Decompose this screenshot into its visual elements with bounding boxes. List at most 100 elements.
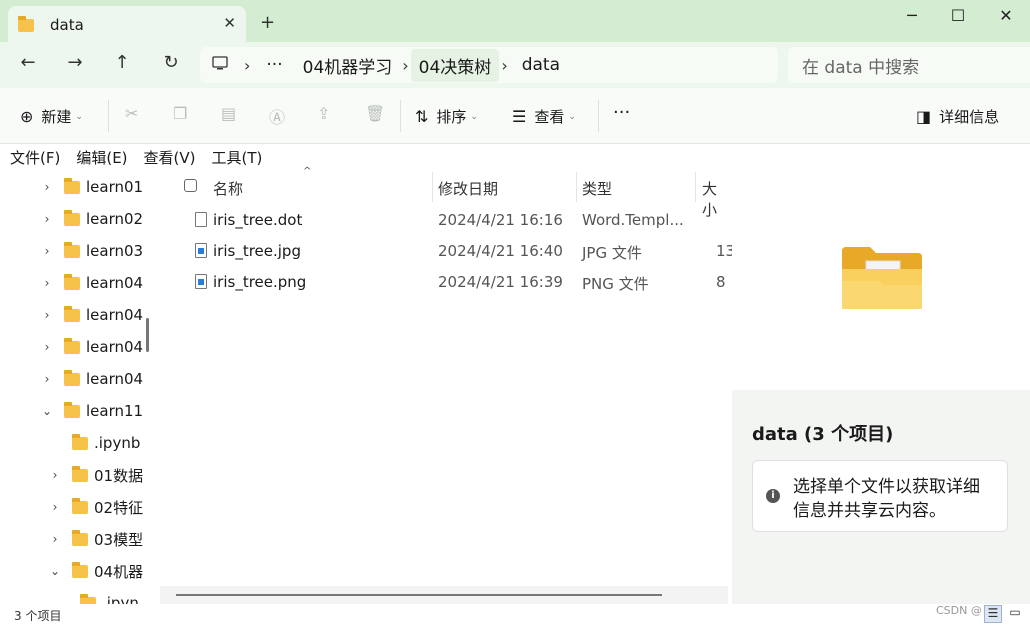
title-bar: data ✕ + ─ ☐ ✕ <box>0 0 1030 44</box>
folder-icon <box>72 529 88 546</box>
chevron-right-icon[interactable]: › <box>48 532 62 546</box>
details-title: data (3 个项目) <box>752 424 894 445</box>
file-name: iris_tree.jpg <box>213 242 301 260</box>
tree-item[interactable]: ⌄ learn11 <box>40 396 143 426</box>
delete-icon[interactable]: 🗑 <box>365 104 385 123</box>
tree-item[interactable]: › 03模型 <box>48 524 143 554</box>
tree-item-label: learn04 <box>86 370 144 388</box>
breadcrumb-item[interactable]: 04机器学习 <box>295 53 401 78</box>
tree-item-label: 01数据 <box>94 466 144 485</box>
forward-button[interactable]: → <box>61 52 89 78</box>
chevron-right-icon[interactable]: › <box>40 180 54 194</box>
breadcrumb-item[interactable]: 04决策树 <box>410 48 500 82</box>
chevron-down-icon[interactable]: ⌄ <box>40 404 54 418</box>
minimize-button[interactable]: ─ <box>892 6 932 28</box>
menu-view[interactable]: 查看(V) <box>144 147 196 168</box>
chevron-right-icon[interactable]: › <box>40 340 54 354</box>
divider <box>108 100 109 132</box>
tree-item[interactable]: › learn04 <box>40 268 143 298</box>
more-options-button[interactable]: ··· <box>613 102 630 123</box>
file-list: ^ 名称 修改日期 类型 大小 iris_tree.dot 2024/4/21 1… <box>158 166 735 604</box>
tree-item[interactable]: .ipynb <box>48 428 140 458</box>
tree-item-label: learn04 <box>86 274 144 292</box>
tree-item-label: .ipyn <box>102 594 139 604</box>
tiles-view-icon[interactable]: ▭ <box>1006 605 1024 623</box>
breadcrumb-more[interactable]: ··· <box>258 55 290 75</box>
column-divider[interactable] <box>576 172 577 202</box>
chevron-right-icon: › <box>501 55 508 75</box>
tree-item-label: learn01 <box>86 178 144 196</box>
new-label: 新建 <box>41 108 72 126</box>
up-button[interactable]: ↑ <box>108 52 136 78</box>
details-pane: data (3 个项目) i 选择单个文件以获取详细信息并共享云内容。 <box>732 170 1030 604</box>
menu-file[interactable]: 文件(F) <box>10 147 60 168</box>
share-icon[interactable]: ⇪ <box>317 104 330 123</box>
tree-item[interactable]: › 01数据 <box>48 460 143 490</box>
cut-icon[interactable]: ✂ <box>125 104 138 123</box>
chevron-right-icon[interactable]: › <box>48 500 62 514</box>
close-window-button[interactable]: ✕ <box>986 6 1026 28</box>
chevron-right-icon[interactable]: › <box>40 212 54 226</box>
view-button[interactable]: ☰ 查看 ⌄ <box>512 106 576 127</box>
tree-item[interactable]: › learn04 <box>40 300 143 330</box>
menu-tools[interactable]: 工具(T) <box>212 147 263 168</box>
tree-item-label: learn04 <box>86 338 144 356</box>
back-button[interactable]: ← <box>14 52 42 78</box>
tree-item[interactable]: .ipyn <box>56 588 139 604</box>
menu-edit[interactable]: 编辑(E) <box>76 147 127 168</box>
computer-icon <box>212 55 228 75</box>
tree-item-label: learn04 <box>86 306 144 324</box>
column-type[interactable]: 类型 <box>582 178 612 199</box>
chevron-right-icon[interactable]: › <box>40 308 54 322</box>
select-all-checkbox[interactable] <box>184 179 197 192</box>
search-input[interactable]: 在 data 中搜索 <box>788 47 1030 83</box>
new-button[interactable]: ⊕ 新建 ⌄ <box>20 106 83 127</box>
sort-icon: ⇅ <box>415 107 429 126</box>
refresh-button[interactable]: ↻ <box>157 52 185 78</box>
column-divider[interactable] <box>432 172 433 202</box>
chevron-down-icon[interactable]: ⌄ <box>48 564 62 578</box>
file-type: Word.Templ... <box>582 211 684 229</box>
file-row[interactable]: iris_tree.png 2024/4/21 16:39 PNG 文件 8 <box>158 267 730 298</box>
file-size: 8 <box>716 273 726 291</box>
file-modified: 2024/4/21 16:16 <box>438 211 563 229</box>
details-view-icon[interactable]: ☰ <box>984 605 1002 623</box>
folder-icon <box>72 465 88 482</box>
tab-data[interactable]: data ✕ <box>8 6 246 44</box>
tree-item[interactable]: › learn03 <box>40 236 143 266</box>
details-button[interactable]: ◨ 详细信息 <box>916 106 999 127</box>
chevron-right-icon[interactable]: › <box>40 276 54 290</box>
copy-icon[interactable]: ❐ <box>173 104 187 123</box>
tree-item[interactable]: › learn04 <box>40 364 143 394</box>
chevron-right-icon: › <box>244 55 251 75</box>
file-modified: 2024/4/21 16:39 <box>438 273 563 291</box>
tree-item[interactable]: › learn04 <box>40 332 143 362</box>
item-count: 3 个项目 <box>14 609 62 623</box>
breadcrumb-item[interactable]: data <box>514 55 568 75</box>
chevron-right-icon[interactable]: › <box>48 468 62 482</box>
file-row[interactable]: iris_tree.jpg 2024/4/21 16:40 JPG 文件 13 <box>158 236 735 267</box>
chevron-down-icon: ⌄ <box>568 111 576 122</box>
chevron-right-icon[interactable]: › <box>40 244 54 258</box>
rename-icon[interactable]: Ⓐ <box>269 104 285 128</box>
paste-icon[interactable]: ▤ <box>221 104 236 123</box>
add-circle-icon: ⊕ <box>20 107 34 126</box>
tree-item[interactable]: › 02特征 <box>48 492 143 522</box>
sort-button[interactable]: ⇅ 排序 ⌄ <box>415 106 478 127</box>
tree-item[interactable]: ⌄ 04机器 <box>48 556 143 586</box>
folder-icon <box>64 369 80 386</box>
new-tab-button[interactable]: + <box>260 12 275 33</box>
horizontal-scrollbar-thumb[interactable] <box>176 594 662 596</box>
tree-item[interactable]: › learn01 <box>40 172 143 202</box>
close-tab-icon[interactable]: ✕ <box>223 14 236 32</box>
navigation-pane: › learn01 › learn02 › learn03 › learn04 › learn04… <box>0 170 155 604</box>
maximize-button[interactable]: ☐ <box>938 6 978 28</box>
chevron-right-icon[interactable]: › <box>40 372 54 386</box>
column-divider[interactable] <box>695 172 696 202</box>
tree-item[interactable]: › learn02 <box>40 204 143 234</box>
address-bar[interactable]: › ··· 04机器学习 › 04决策树 › data <box>200 47 778 83</box>
file-row[interactable]: iris_tree.dot 2024/4/21 16:16 Word.Templ..… <box>158 205 730 236</box>
column-modified[interactable]: 修改日期 <box>438 178 498 199</box>
column-name[interactable]: 名称 <box>213 178 243 199</box>
nav-scrollbar[interactable] <box>146 318 149 352</box>
